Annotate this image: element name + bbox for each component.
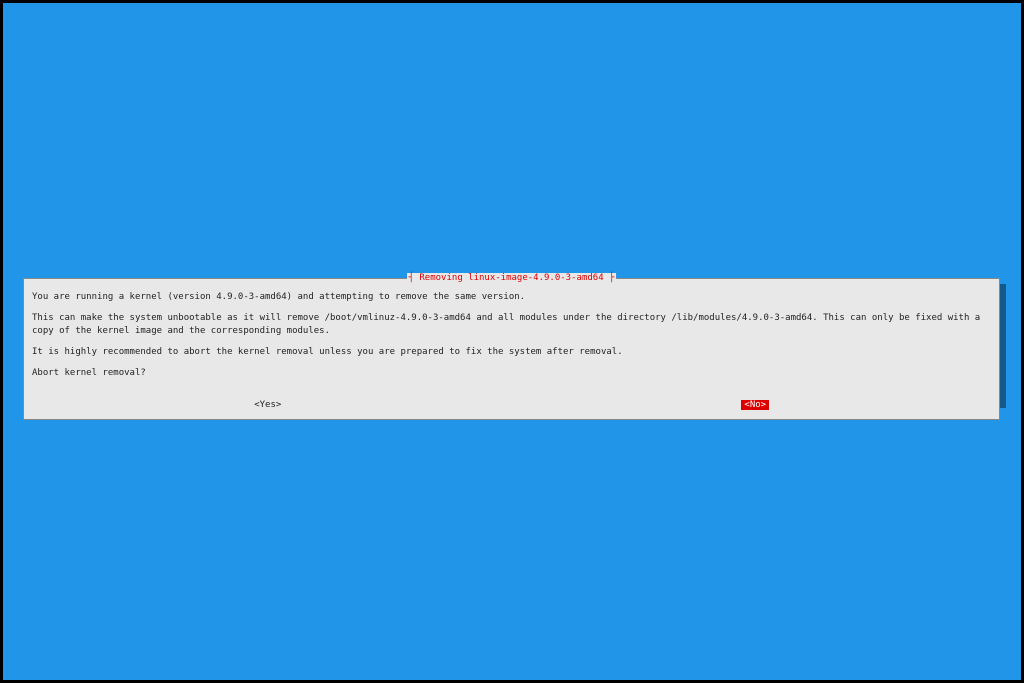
no-column: <No> xyxy=(512,396,1000,411)
warning-paragraph-1: You are running a kernel (version 4.9.0-… xyxy=(32,291,991,304)
dialog-title-row: ┤ Removing linux-image-4.9.0-3-amd64 ├ xyxy=(24,279,999,283)
yes-column: <Yes> xyxy=(24,396,512,411)
warning-paragraph-3: It is highly recommended to abort the ke… xyxy=(32,346,991,359)
dialog-title: ┤ Removing linux-image-4.9.0-3-amd64 ├ xyxy=(407,273,617,283)
desktop-background: ┤ Removing linux-image-4.9.0-3-amd64 ├ Y… xyxy=(3,3,1021,680)
button-row: <Yes> <No> xyxy=(24,392,999,419)
prompt-question: Abort kernel removal? xyxy=(32,367,991,380)
yes-button[interactable]: <Yes> xyxy=(252,400,283,410)
warning-paragraph-2: This can make the system unbootable as i… xyxy=(32,312,991,338)
no-button[interactable]: <No> xyxy=(741,400,769,410)
dialog-body: You are running a kernel (version 4.9.0-… xyxy=(24,283,999,392)
kernel-removal-dialog: ┤ Removing linux-image-4.9.0-3-amd64 ├ Y… xyxy=(23,278,1000,420)
